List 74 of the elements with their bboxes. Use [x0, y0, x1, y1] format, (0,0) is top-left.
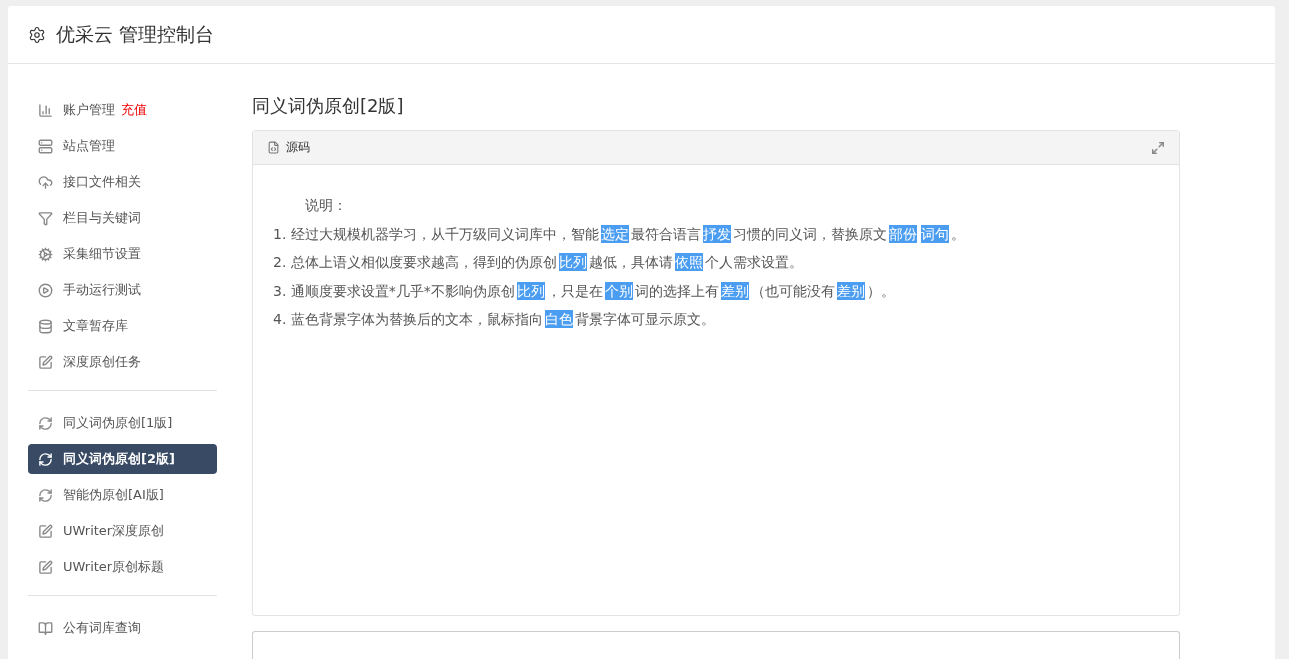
replaced-word: 比列 — [516, 281, 545, 300]
sidebar-item[interactable]: 采集细节设置 — [28, 239, 217, 269]
code-file-icon — [267, 141, 280, 154]
item-label: 智能伪原创[AI版] — [63, 486, 164, 504]
item-label: 账户管理 — [63, 101, 115, 119]
play-icon — [38, 282, 53, 298]
item-label: 深度原创任务 — [63, 353, 141, 371]
edit-icon — [38, 354, 53, 370]
edit-icon — [38, 559, 53, 575]
original-text: 习惯的同义词，替换原文 — [732, 225, 887, 242]
fullscreen-icon[interactable] — [1151, 140, 1165, 155]
sidebar-item[interactable]: 账户管理 充值 — [28, 95, 217, 125]
item-label: UWriter原创标题 — [63, 558, 165, 576]
console-title: 优采云 管理控制台 — [56, 21, 215, 47]
sidebar-item[interactable]: 手动运行测试 — [28, 275, 217, 305]
item-label: 公有词库查询 — [63, 619, 141, 637]
server-icon — [38, 138, 53, 154]
replaced-word: 选定 — [600, 224, 629, 243]
original-text: ，只是在 — [546, 282, 603, 299]
database-icon — [38, 318, 53, 334]
instructions-heading: 说明： — [304, 196, 348, 215]
item-label: UWriter深度原创 — [63, 522, 165, 540]
replaced-word: 依照 — [674, 253, 703, 271]
sidebar-item[interactable]: 公有词库查询 — [28, 613, 217, 643]
sidebar-item[interactable]: 栏目与关键词 — [28, 203, 217, 233]
sidebar-item[interactable]: 接口文件相关 — [28, 167, 217, 197]
filter-icon — [38, 210, 53, 226]
sidebar-item[interactable]: 同义词伪原创[2版] — [28, 444, 217, 474]
item-label: 接口文件相关 — [63, 173, 141, 191]
item-label: 站点管理 — [63, 137, 115, 155]
edit-icon — [38, 523, 53, 539]
replaced-word: 抒发 — [702, 224, 731, 243]
refresh-icon — [38, 487, 53, 503]
replaced-word: 差别 — [720, 281, 749, 300]
sidebar-item[interactable]: 同义词伪原创[1版] — [28, 408, 217, 438]
item-label: 栏目与关键词 — [63, 209, 141, 227]
sidebar-item[interactable]: 站点管理 — [28, 131, 217, 161]
original-text: 越低，具体请 — [588, 254, 673, 270]
refresh-icon — [38, 415, 53, 431]
refresh-icon — [38, 451, 53, 467]
replaced-word: 部份 — [888, 224, 917, 243]
original-text: ）。 — [866, 282, 895, 299]
item-label: 采集细节设置 — [63, 245, 141, 263]
page-title: 同义词伪原创[2版] — [252, 94, 405, 118]
sidebar-item[interactable]: 深度原创任务 — [28, 347, 217, 377]
original-text: 3. 通顺度要求设置*几乎*不影响伪原创 — [273, 282, 515, 299]
item-label: 同义词伪原创[2版] — [63, 450, 175, 468]
item-label: 文章暂存库 — [63, 317, 128, 335]
original-text: 个人需求设置。 — [704, 254, 803, 270]
sidebar-item[interactable]: 文章暂存库 — [28, 311, 217, 341]
original-text: 1. 经过大规模机器学习，从千万级同义词库中，智能 — [273, 225, 599, 242]
cloud-upload-icon — [38, 174, 53, 190]
original-text: 背景字体可显示原文。 — [574, 311, 715, 327]
replaced-word: 白色 — [544, 310, 573, 328]
original-text: 4. 蓝色背景字体为替换后的文本，鼠标指向 — [273, 311, 543, 327]
replaced-word: 差别 — [836, 281, 865, 300]
original-text: 。 — [950, 225, 965, 242]
item-label: 手动运行测试 — [63, 281, 141, 299]
sidebar-item[interactable]: UWriter原创标题 — [28, 552, 217, 582]
settings-icon — [28, 25, 46, 44]
replaced-word: 个别 — [604, 281, 633, 300]
bar-chart-icon — [38, 102, 53, 118]
panel-title: 源码 — [286, 139, 311, 156]
original-text: 2. 总体上语义相似度要求越高，得到的伪原创 — [273, 254, 557, 270]
replaced-word: 词句 — [920, 224, 949, 243]
original-text: （也可能没有 — [750, 282, 835, 299]
item-label: 同义词伪原创[1版] — [63, 414, 173, 432]
book-icon — [38, 620, 53, 636]
original-text: 最符合语言 — [630, 225, 701, 242]
sidebar-item[interactable]: 智能伪原创[AI版] — [28, 480, 217, 510]
replaced-word: 比列 — [558, 253, 587, 271]
sidebar-item[interactable]: UWriter深度原创 — [28, 516, 217, 546]
recharge-link[interactable]: 充值 — [121, 101, 147, 119]
original-text: 词的选择上有 — [634, 282, 719, 299]
